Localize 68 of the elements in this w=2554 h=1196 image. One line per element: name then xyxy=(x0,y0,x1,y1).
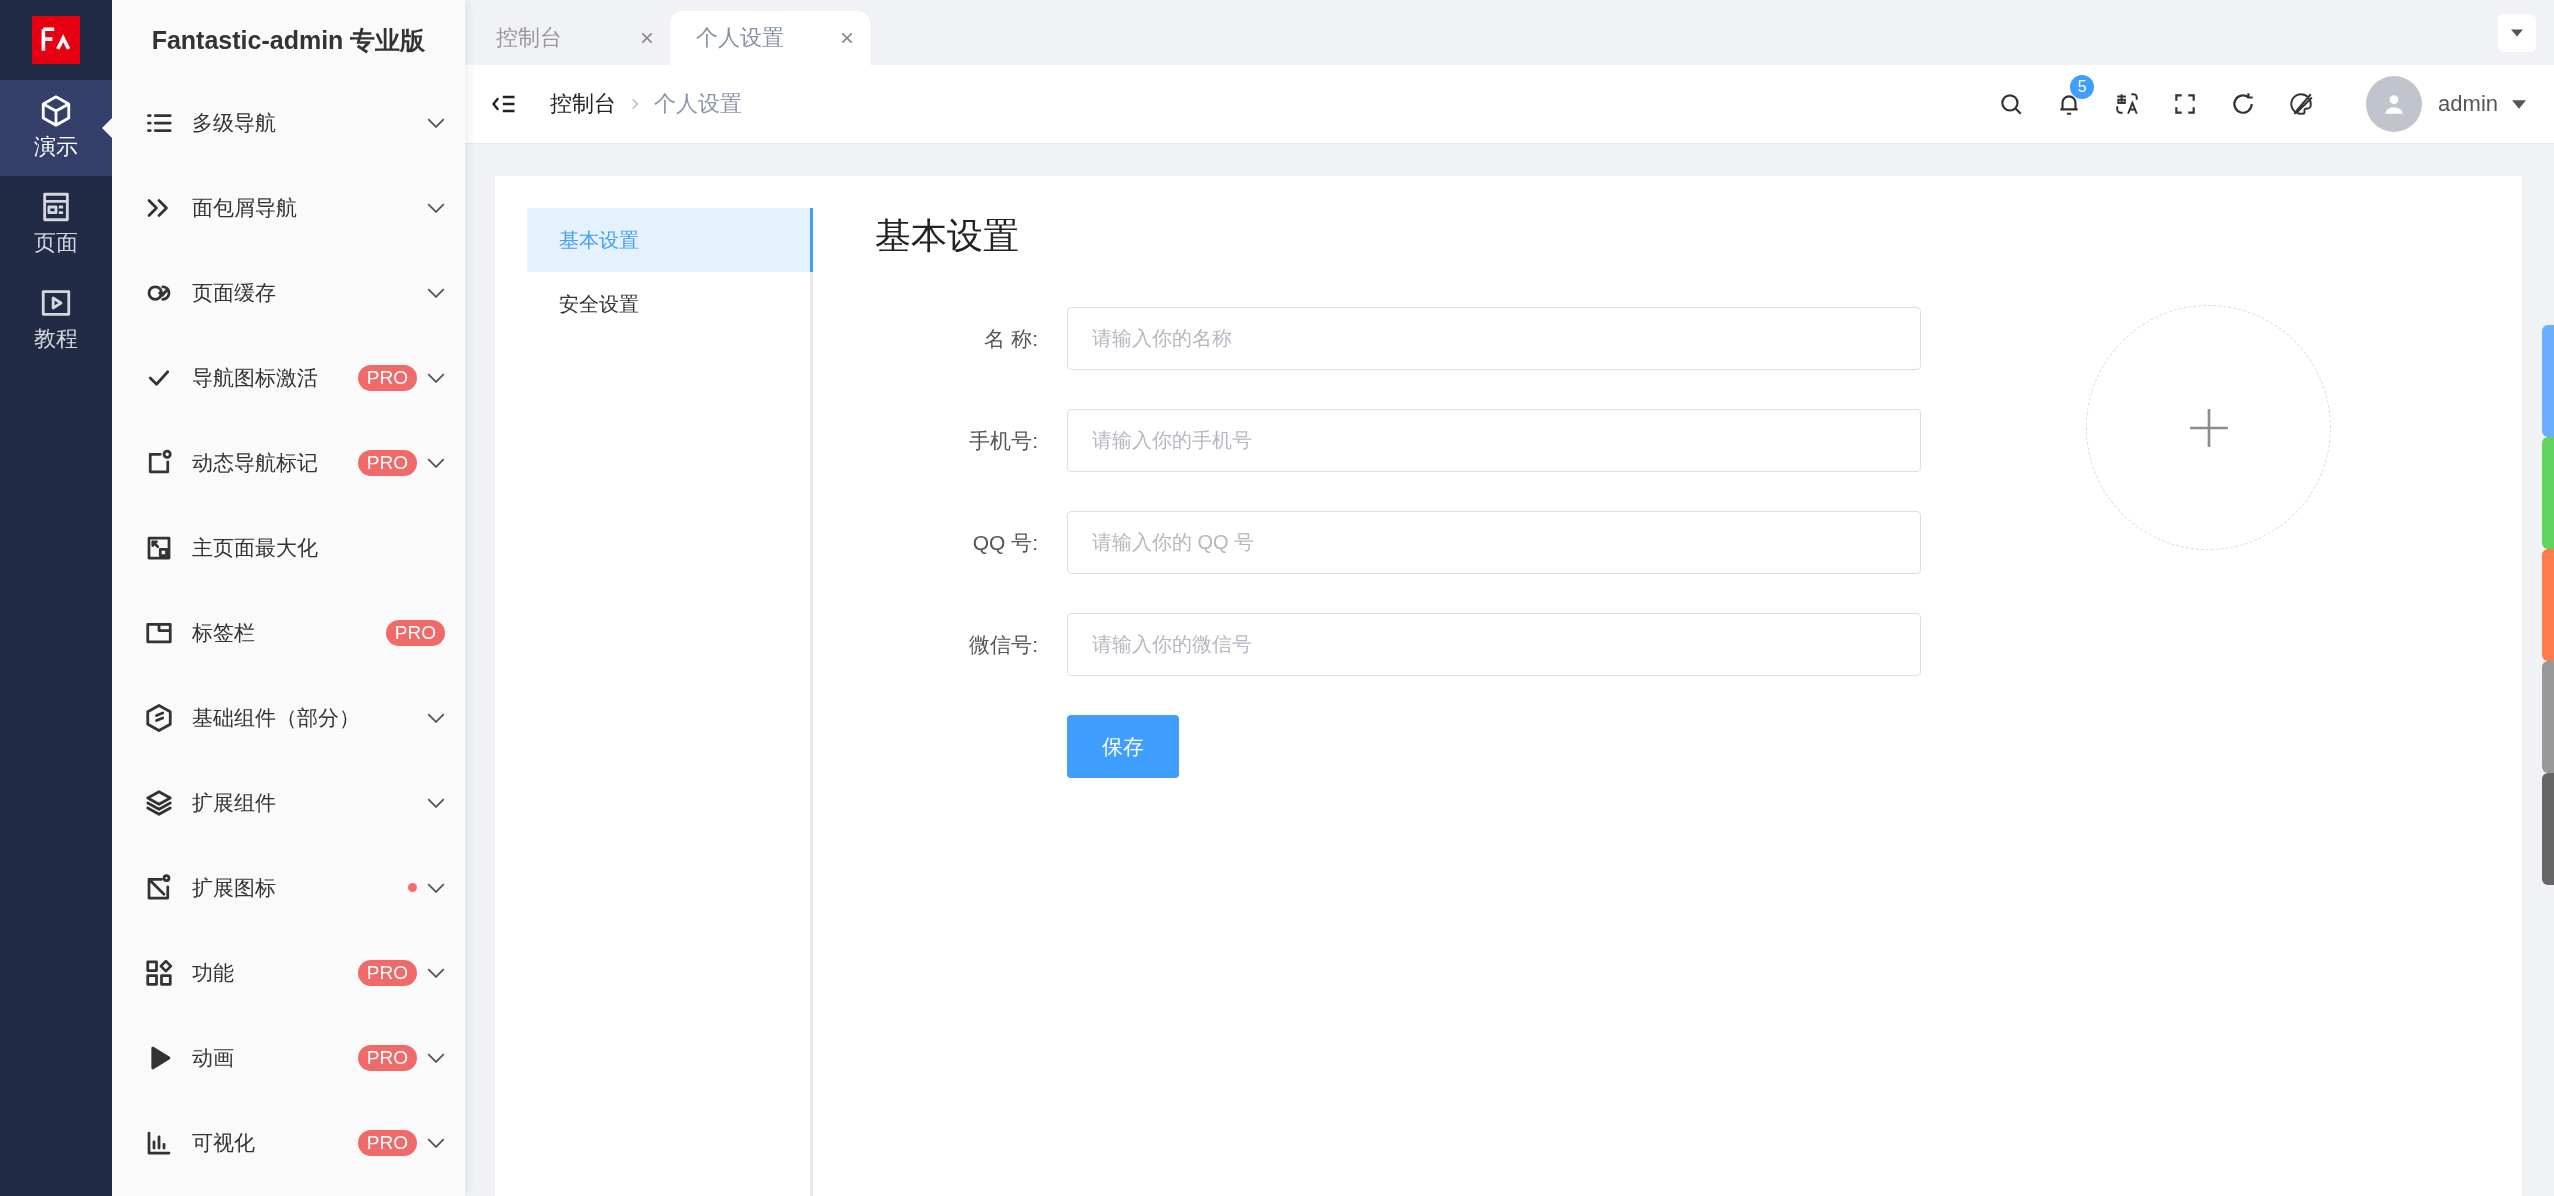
theme-swatch[interactable] xyxy=(2542,437,2554,549)
field-label: 名 称: xyxy=(983,325,1038,352)
theme-swatch[interactable] xyxy=(2542,773,2554,885)
plus-icon xyxy=(2187,406,2230,449)
logo-icon[interactable] xyxy=(32,16,80,64)
username[interactable]: admin xyxy=(2438,91,2498,117)
input-field[interactable]: 请输入你的手机号 xyxy=(1067,409,1921,472)
pro-badge: PRO xyxy=(357,449,417,476)
app-title: Fantastic-admin 专业版 xyxy=(150,24,427,56)
menu-item[interactable]: 动态导航标记 PRO xyxy=(112,420,465,505)
input-field[interactable]: 请输入你的微信号 xyxy=(1067,613,1921,676)
menu-label: 动态导航标记 xyxy=(192,449,318,476)
menu-item[interactable]: 导航图标激活 PRO xyxy=(112,335,465,420)
pro-badge: PRO xyxy=(385,619,445,646)
breadcrumb-item[interactable]: 控制台 xyxy=(550,89,616,119)
menu-label: 扩展图标 xyxy=(192,874,276,901)
input-field[interactable]: 请输入你的名称 xyxy=(1067,307,1921,370)
menu-item[interactable]: 扩展组件 xyxy=(112,760,465,845)
menu-label: 基础组件（部分） xyxy=(192,704,360,731)
pro-badge: PRO xyxy=(357,959,417,986)
pro-badge: PRO xyxy=(357,1044,417,1071)
menu-label: 多级导航 xyxy=(192,109,276,136)
menu-item[interactable]: 可视化 PRO xyxy=(112,1100,465,1185)
rail-item[interactable]: 演示 xyxy=(0,80,112,176)
layers-icon xyxy=(144,787,174,818)
menu-item[interactable]: 动画 PRO xyxy=(112,1015,465,1100)
breadcrumb-item: 个人设置 xyxy=(654,90,742,118)
menu-label: 动画 xyxy=(192,1044,234,1071)
menu-item[interactable]: 多级导航 xyxy=(112,80,465,165)
menu-label: 扩展组件 xyxy=(192,789,276,816)
menu-item[interactable]: 主页面最大化 xyxy=(112,505,465,590)
menu-item[interactable]: 标签栏 PRO xyxy=(112,590,465,675)
menu-item[interactable]: 页面缓存 xyxy=(112,250,465,335)
menu-item[interactable]: 扩展图标 xyxy=(112,845,465,930)
rail-item[interactable]: 教程 xyxy=(0,272,112,368)
rail-item[interactable]: 页面 xyxy=(0,176,112,272)
theme-swatch[interactable] xyxy=(2542,549,2554,661)
section-title: 基本设置 xyxy=(875,214,1020,258)
input-field[interactable]: 请输入你的 QQ 号 xyxy=(1067,511,1921,574)
menu-item[interactable]: 基础组件（部分） xyxy=(112,675,465,760)
menu-label: 功能 xyxy=(192,959,234,986)
menu-label: 可视化 xyxy=(192,1129,255,1156)
theme-swatch[interactable] xyxy=(2542,325,2554,437)
field-label: 微信号: xyxy=(968,631,1038,658)
menu-item[interactable]: 功能 PRO xyxy=(112,930,465,1015)
translate-icon[interactable] xyxy=(2114,91,2141,117)
shapes-grid-icon xyxy=(144,957,174,988)
menu-label: 页面缓存 xyxy=(192,279,276,306)
caret-icon[interactable] xyxy=(2512,99,2526,109)
close-icon[interactable] xyxy=(840,31,854,45)
notification-badge: 5 xyxy=(2070,75,2095,99)
menu-label: 主页面最大化 xyxy=(192,534,318,561)
field-label: 手机号: xyxy=(968,427,1038,454)
pro-badge: PRO xyxy=(357,1129,417,1156)
close-icon[interactable] xyxy=(640,31,654,45)
menu-label: 面包屑导航 xyxy=(192,194,297,221)
hexagon-icon xyxy=(144,702,174,733)
tabs-dropdown-button[interactable] xyxy=(2498,13,2536,52)
theme-swatch[interactable] xyxy=(2542,661,2554,773)
cube-icon xyxy=(39,94,73,128)
field-label: QQ 号: xyxy=(971,529,1038,556)
menu-label: 标签栏 xyxy=(192,619,255,646)
menu-label: 导航图标激活 xyxy=(192,364,318,391)
menu-item[interactable]: 面包屑导航 xyxy=(112,165,465,250)
settings-menu-item[interactable]: 安全设置 xyxy=(527,272,813,336)
paint-brush-icon[interactable] xyxy=(2288,91,2315,117)
caret-icon xyxy=(2511,28,2523,37)
pro-badge: PRO xyxy=(357,364,417,391)
